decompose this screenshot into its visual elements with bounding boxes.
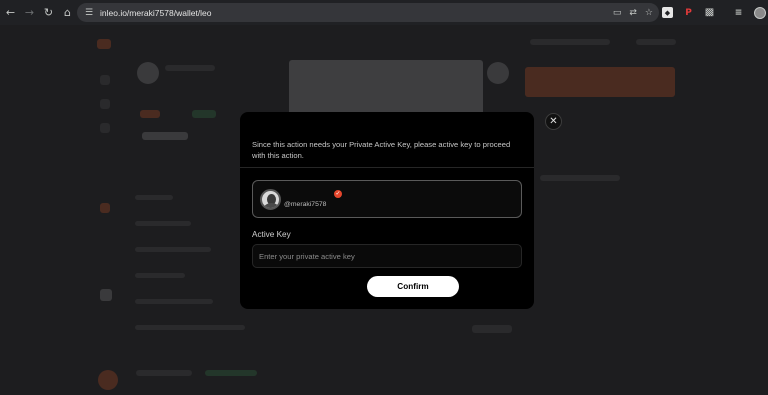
bg-text bbox=[530, 39, 610, 45]
bg-text bbox=[472, 325, 512, 333]
star-icon[interactable]: ☆ bbox=[645, 8, 653, 18]
bg-popup-panel bbox=[289, 60, 483, 120]
bg-avatar bbox=[137, 62, 159, 84]
bg-text bbox=[165, 65, 215, 71]
reading-list-icon[interactable]: ≡ bbox=[733, 7, 744, 18]
active-key-label: Active Key bbox=[252, 230, 291, 239]
site-settings-icon[interactable]: ☰ bbox=[80, 8, 98, 18]
bg-banner bbox=[525, 67, 675, 97]
account-username: @meraki7578 bbox=[284, 201, 327, 208]
bg-text bbox=[142, 132, 188, 140]
bg-icon bbox=[100, 75, 110, 85]
bg-text bbox=[205, 370, 257, 376]
confirm-button[interactable]: Confirm bbox=[367, 276, 459, 297]
active-key-modal: Since this action needs your Private Act… bbox=[240, 112, 534, 309]
verified-check-icon: ✓ bbox=[334, 190, 342, 198]
modal-divider bbox=[240, 167, 534, 168]
bg-text bbox=[135, 221, 191, 226]
extensions-puzzle-icon[interactable]: ▩ bbox=[704, 7, 715, 18]
modal-message: Since this action needs your Private Act… bbox=[252, 140, 511, 160]
browser-toolbar: ← → ↻ ⌂ ☰ inleo.io/meraki7578/wallet/leo… bbox=[0, 0, 768, 25]
bg-avatar bbox=[487, 62, 509, 84]
bg-avatar bbox=[98, 370, 118, 390]
reload-icon[interactable]: ↻ bbox=[39, 0, 58, 25]
bg-text bbox=[135, 195, 173, 200]
bg-text bbox=[135, 299, 213, 304]
url-text: inleo.io/meraki7578/wallet/leo bbox=[100, 7, 212, 18]
active-key-input[interactable] bbox=[252, 244, 522, 268]
bg-icon bbox=[100, 289, 112, 301]
account-card[interactable]: ✓ @meraki7578 bbox=[252, 180, 522, 218]
bg-text bbox=[540, 175, 620, 181]
translate-icon[interactable]: ⇄ bbox=[629, 8, 637, 18]
close-icon[interactable]: ✕ bbox=[545, 113, 562, 130]
bg-icon bbox=[100, 99, 110, 109]
cast-icon[interactable]: ▭ bbox=[613, 8, 622, 18]
bg-icon bbox=[100, 203, 110, 213]
bg-text bbox=[140, 110, 160, 118]
bg-icon bbox=[100, 123, 110, 133]
bg-text bbox=[136, 370, 192, 376]
avatar bbox=[260, 189, 281, 210]
back-arrow-icon[interactable]: ← bbox=[1, 0, 20, 25]
forward-arrow-icon[interactable]: → bbox=[20, 0, 39, 25]
address-bar[interactable]: ☰ inleo.io/meraki7578/wallet/leo ▭ ⇄ ☆ bbox=[77, 3, 659, 22]
bg-text bbox=[135, 247, 211, 252]
home-icon[interactable]: ⌂ bbox=[58, 0, 77, 25]
bg-text bbox=[135, 273, 185, 278]
hive-keychain-extension-icon[interactable]: ◆ bbox=[662, 7, 673, 18]
peakd-extension-icon[interactable]: P bbox=[683, 7, 694, 18]
bg-text bbox=[636, 39, 676, 45]
bg-logo bbox=[97, 39, 111, 49]
bg-text bbox=[192, 110, 216, 118]
bg-text bbox=[135, 325, 245, 330]
profile-avatar-icon[interactable] bbox=[754, 6, 766, 19]
